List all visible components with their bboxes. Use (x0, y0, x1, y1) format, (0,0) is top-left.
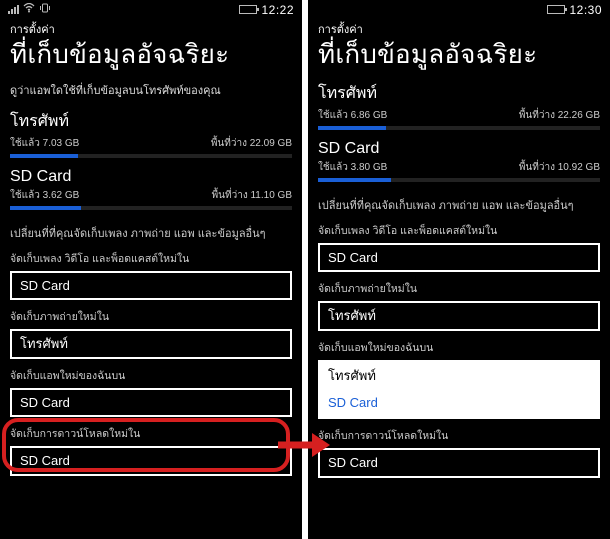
group-label-music: จัดเก็บเพลง วิดีโอ และพ็อดแคสต์ใหม่ใน (318, 222, 600, 239)
storage-used: ใช้แล้ว 7.03 GB (10, 136, 79, 151)
select-photo-store[interactable]: โทรศัพท์ (318, 301, 600, 331)
storage-free: พื้นที่ว่าง 10.92 GB (519, 160, 600, 175)
storage-sdcard[interactable]: SD Card ใช้แล้ว 3.80 GB พื้นที่ว่าง 10.9… (318, 140, 600, 182)
storage-used: ใช้แล้ว 3.62 GB (10, 188, 79, 203)
clock: 12:30 (569, 3, 602, 17)
storage-bar (10, 154, 292, 158)
group-label-downloads: จัดเก็บการดาวน์โหลดใหม่ใน (10, 425, 292, 442)
storage-bar-fill (318, 178, 391, 182)
storage-bar (318, 126, 600, 130)
storage-phone[interactable]: โทรศัพท์ ใช้แล้ว 6.86 GB พื้นที่ว่าง 22.… (318, 81, 600, 130)
select-app-store[interactable]: SD Card (10, 388, 292, 418)
phone-right: 12:30 การตั้งค่า ที่เก็บข้อมูลอัจฉริยะ โ… (308, 0, 610, 539)
select-app-store-open[interactable]: โทรศัพท์ SD Card (318, 360, 600, 419)
breadcrumb: การตั้งค่า (318, 20, 600, 38)
group-label-music: จัดเก็บเพลง วิดีโอ และพ็อดแคสต์ใหม่ใน (10, 250, 292, 267)
phone-left: 12:22 การตั้งค่า ที่เก็บข้อมูลอัจฉริยะ ด… (0, 0, 302, 539)
group-label-apps: จัดเก็บแอพใหม่ของฉันบน (10, 367, 292, 384)
clock: 12:22 (261, 3, 294, 17)
storage-name: SD Card (318, 140, 600, 158)
status-bar: 12:22 (0, 0, 302, 18)
storage-bar-fill (318, 126, 386, 130)
page-title: ที่เก็บข้อมูลอัจฉริยะ (10, 40, 292, 69)
subhead: ดูว่าแอพใดใช้ที่เก็บข้อมูลบนโทรศัพท์ของค… (10, 81, 292, 99)
storage-name: โทรศัพท์ (318, 81, 600, 106)
storage-bar (10, 206, 292, 210)
page-title: ที่เก็บข้อมูลอัจฉริยะ (318, 40, 600, 69)
wifi-icon (23, 3, 35, 16)
group-label-downloads: จัดเก็บการดาวน์โหลดใหม่ใน (318, 427, 600, 444)
select-download-store[interactable]: SD Card (10, 446, 292, 476)
breadcrumb: การตั้งค่า (10, 20, 292, 38)
storage-phone[interactable]: โทรศัพท์ ใช้แล้ว 7.03 GB พื้นที่ว่าง 22.… (10, 109, 292, 158)
storage-bar-fill (10, 206, 81, 210)
signal-icon (8, 5, 19, 14)
group-label-photos: จัดเก็บภาพถ่ายใหม่ใน (10, 308, 292, 325)
storage-name: SD Card (10, 168, 292, 186)
battery-icon (239, 5, 257, 14)
group-label-apps: จัดเก็บแอพใหม่ของฉันบน (318, 339, 600, 356)
option-sdcard[interactable]: SD Card (320, 389, 598, 417)
option-phone[interactable]: โทรศัพท์ (320, 362, 598, 390)
storage-used: ใช้แล้ว 3.80 GB (318, 160, 387, 175)
section-label: เปลี่ยนที่ที่คุณจัดเก็บเพลง ภาพถ่าย แอพ … (10, 224, 292, 242)
storage-free: พื้นที่ว่าง 11.10 GB (212, 188, 292, 203)
storage-bar (318, 178, 600, 182)
storage-free: พื้นที่ว่าง 22.09 GB (211, 136, 292, 151)
status-bar: 12:30 (308, 0, 610, 18)
storage-bar-fill (10, 154, 78, 158)
battery-icon (547, 5, 565, 14)
select-music-store[interactable]: SD Card (10, 271, 292, 301)
select-photo-store[interactable]: โทรศัพท์ (10, 329, 292, 359)
section-label: เปลี่ยนที่ที่คุณจัดเก็บเพลง ภาพถ่าย แอพ … (318, 196, 600, 214)
storage-free: พื้นที่ว่าง 22.26 GB (519, 108, 600, 123)
storage-name: โทรศัพท์ (10, 109, 292, 134)
select-music-store[interactable]: SD Card (318, 243, 600, 273)
storage-used: ใช้แล้ว 6.86 GB (318, 108, 387, 123)
vibrate-icon (39, 3, 51, 16)
select-download-store[interactable]: SD Card (318, 448, 600, 478)
group-label-photos: จัดเก็บภาพถ่ายใหม่ใน (318, 280, 600, 297)
storage-sdcard[interactable]: SD Card ใช้แล้ว 3.62 GB พื้นที่ว่าง 11.1… (10, 168, 292, 210)
